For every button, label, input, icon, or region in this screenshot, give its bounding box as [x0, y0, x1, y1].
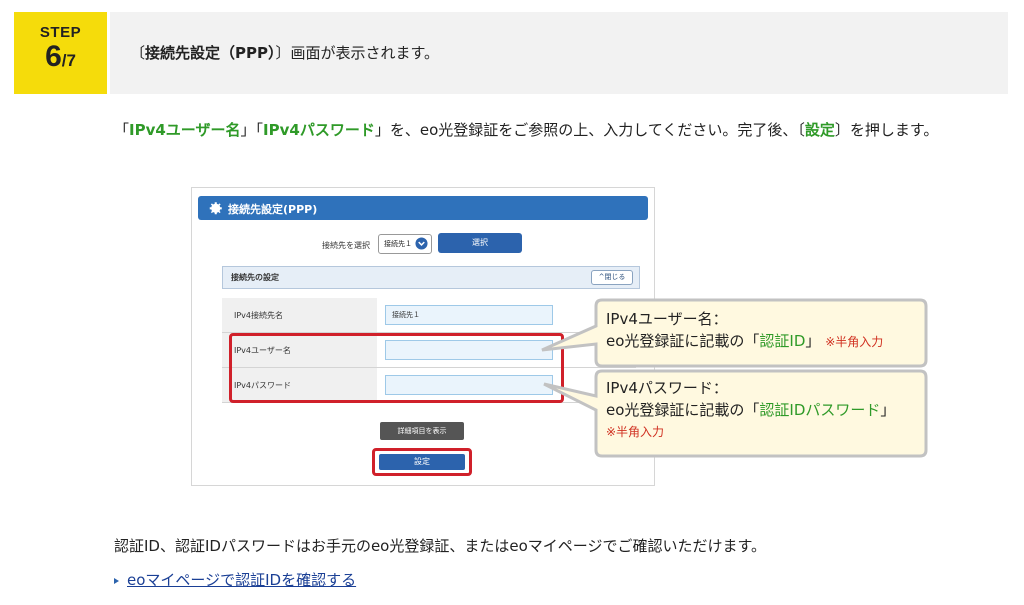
connection-name-field[interactable]: 接続先１ — [385, 305, 553, 325]
button-name-setting: 設定 — [804, 121, 835, 139]
figure-title: 接続先設定(PPP) — [228, 203, 318, 216]
callout-password: IPv4パスワード： eo光登録証に記載の「認証IDパスワード」 ※半角入力 — [606, 377, 895, 443]
link-row: eoマイページで認証IDを確認する — [114, 569, 356, 590]
connection-select-value: 接続先１ — [384, 240, 412, 248]
field-name-username: IPv4ユーザー名 — [129, 121, 241, 139]
callout-password-suffix: 」 — [880, 401, 896, 419]
callout-username-title: IPv4ユーザー名： — [606, 310, 728, 328]
step-current: 6 — [45, 40, 62, 73]
step-header: 〔接続先設定（PPP）〕画面が表示されます。 — [110, 12, 1008, 94]
table-row: IPv4接続先名 接続先１ — [222, 298, 636, 333]
collapse-label: 閉じる — [604, 273, 626, 281]
connection-select[interactable]: 接続先１ — [378, 234, 432, 254]
title-suffix: 〕画面が表示されます。 — [275, 44, 440, 62]
select-button[interactable]: 選択 — [438, 233, 522, 253]
callout-password-title: IPv4パスワード： — [606, 379, 728, 397]
quote-open-1: 「 — [114, 121, 130, 139]
collapse-button[interactable]: ^閉じる — [591, 270, 633, 285]
setting-button-highlight: 設定 — [372, 448, 472, 476]
settings-screenshot: 接続先設定(PPP) 接続先を選択 接続先１ 選択 接続先の設定 ^閉じる IP… — [191, 187, 655, 486]
instruction-text: 「IPv4ユーザー名」「IPv4パスワード」を、eo光登録証をご参照の上、入力し… — [114, 117, 1004, 143]
title-screen-name: 接続先設定（PPP） — [145, 44, 276, 62]
step-label: STEP — [39, 24, 82, 41]
title-bracket-open: 〔 — [130, 44, 146, 62]
show-details-button[interactable]: 詳細項目を表示 — [380, 422, 464, 440]
callout-password-note: ※半角入力 — [606, 425, 665, 439]
callout-username-prefix: eo光登録証に記載の「 — [606, 332, 760, 350]
callout-username-suffix: 」 — [805, 332, 821, 350]
instruction-middle: を、eo光登録証をご参照の上、入力してください。完了後、〔 — [389, 121, 805, 139]
section-header: 接続先の設定 ^閉じる — [222, 266, 640, 289]
arrow-bullet-icon — [114, 577, 119, 584]
step-number: 6/7 — [14, 40, 107, 74]
callout-password-prefix: eo光登録証に記載の「 — [606, 401, 760, 419]
chevron-down-icon — [415, 237, 428, 250]
callout-username-body: eo光登録証に記載の「認証ID」 ※半角入力 — [606, 330, 883, 353]
callout-password-highlight: 認証IDパスワード — [759, 401, 881, 419]
figure-title-bar: 接続先設定(PPP) — [198, 196, 648, 220]
quote-close-2: 」 — [374, 121, 390, 139]
step-total: /7 — [61, 51, 76, 70]
info-note: 認証ID、認証IDパスワードはお手元のeo光登録証、またはeoマイページでご確認… — [114, 537, 766, 555]
row-label-connection-name: IPv4接続先名 — [222, 298, 377, 333]
callout-password-body: eo光登録証に記載の「認証IDパスワード」 — [606, 399, 895, 421]
step-badge: STEP 6/7 — [14, 12, 107, 94]
callout-username-note: ※半角入力 — [825, 335, 884, 349]
gear-icon — [209, 202, 222, 215]
connection-select-label: 接続先を選択 — [322, 241, 370, 250]
instruction-end: 〕を押します。 — [834, 121, 939, 139]
callout-username: IPv4ユーザー名： eo光登録証に記載の「認証ID」 ※半角入力 — [606, 308, 883, 353]
setting-button[interactable]: 設定 — [379, 454, 465, 470]
step-title: 〔接続先設定（PPP）〕画面が表示されます。 — [130, 42, 439, 63]
mypage-link[interactable]: eoマイページで認証IDを確認する — [127, 571, 356, 589]
section-title: 接続先の設定 — [231, 273, 279, 282]
quote-open-2: 「 — [255, 121, 264, 139]
field-name-password: IPv4パスワード — [263, 121, 375, 139]
callout-username-highlight: 認証ID — [759, 332, 806, 350]
highlight-box — [229, 333, 564, 403]
quote-close-1: 」 — [240, 121, 256, 139]
